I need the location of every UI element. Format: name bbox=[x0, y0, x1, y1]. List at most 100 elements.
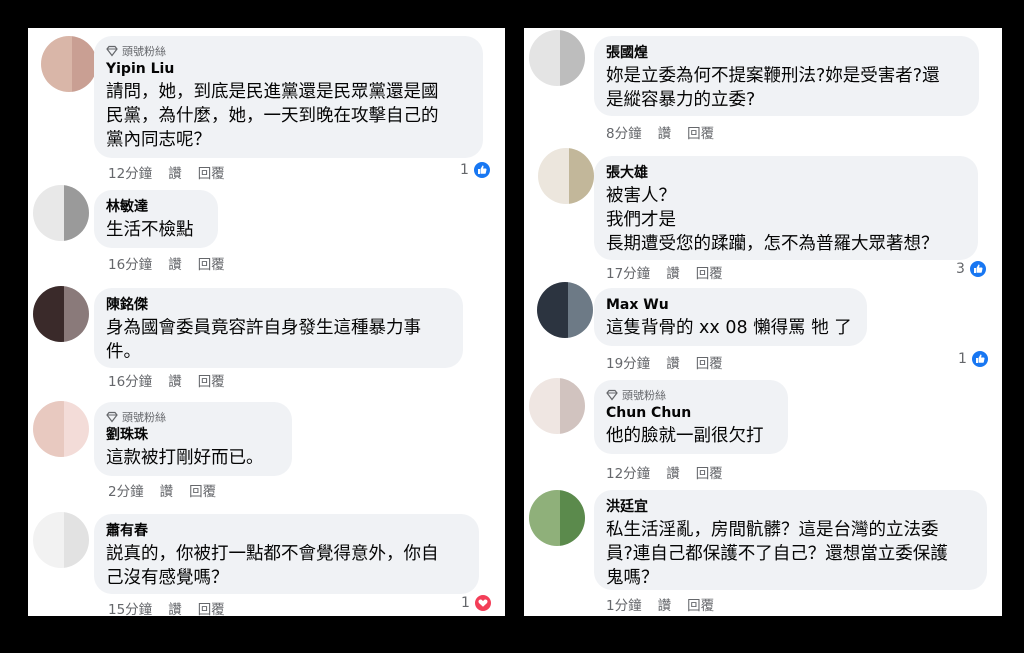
comment-bubble: 頭號粉絲 劉珠珠 這款被打剛好而已。 bbox=[94, 402, 292, 476]
diamond-icon bbox=[106, 45, 118, 57]
reply-button[interactable]: 回覆 bbox=[189, 480, 216, 500]
reaction-count[interactable]: 1 bbox=[460, 161, 491, 179]
comment-bubble: 頭號粉絲 Yipin Liu 請問，她，到底是民進黨還是民眾黨還是國 民黨，為什… bbox=[94, 36, 483, 158]
comment-timestamp[interactable]: 2分鐘 bbox=[108, 480, 144, 500]
comment-text: 私生活淫亂，房間骯髒？這是台灣的立法委 員?連自己都保護不了自己？還想當立委保護… bbox=[606, 520, 948, 588]
top-fan-badge: 頭號粉絲 bbox=[106, 410, 280, 424]
comment-bubble: 洪廷宜 私生活淫亂，房間骯髒？這是台灣的立法委 員?連自己都保護不了自己？還想當… bbox=[594, 490, 987, 590]
like-button[interactable]: 讚 bbox=[160, 480, 174, 500]
commenter-name[interactable]: 蕭有春 bbox=[106, 522, 467, 540]
thumbs-up-icon bbox=[970, 350, 989, 368]
diamond-icon bbox=[606, 389, 618, 401]
comment-actions: 12分鐘 讚 回覆 bbox=[108, 162, 225, 182]
avatar[interactable] bbox=[33, 512, 89, 568]
reaction-count-label: 1 bbox=[461, 595, 470, 611]
like-button[interactable]: 讚 bbox=[168, 162, 182, 182]
like-button[interactable]: 讚 bbox=[666, 462, 680, 482]
comment-bubble: Max Wu 這隻背骨的 xx 08 懶得罵 牠 了 bbox=[594, 288, 867, 346]
like-button[interactable]: 讚 bbox=[168, 253, 182, 273]
commenter-name[interactable]: 林敏達 bbox=[106, 198, 206, 216]
comment-text: 説真的，你被打一點都不會覺得意外，你自 己沒有感覺嗎？ bbox=[106, 544, 439, 588]
reply-button[interactable]: 回覆 bbox=[198, 370, 225, 390]
comment-bubble: 張大雄 被害人？ 我們才是 長期遭受您的蹂躪，怎不為普羅大眾著想？ bbox=[594, 156, 978, 260]
like-button[interactable]: 讚 bbox=[666, 262, 680, 282]
comment-timestamp[interactable]: 15分鐘 bbox=[108, 598, 152, 616]
comment-bubble: 林敏達 生活不檢點 bbox=[94, 190, 218, 248]
diamond-icon bbox=[106, 411, 118, 423]
commenter-name[interactable]: Max Wu bbox=[606, 296, 855, 314]
like-button[interactable]: 讚 bbox=[666, 352, 680, 372]
thumbs-up-icon bbox=[968, 260, 987, 278]
comment-actions: 1分鐘 讚 回覆 bbox=[606, 594, 714, 614]
comment-timestamp[interactable]: 1分鐘 bbox=[606, 594, 642, 614]
reply-button[interactable]: 回覆 bbox=[696, 462, 723, 482]
reply-button[interactable]: 回覆 bbox=[198, 253, 225, 273]
comment-actions: 2分鐘 讚 回覆 bbox=[108, 480, 216, 500]
top-fan-badge: 頭號粉絲 bbox=[606, 388, 776, 402]
reaction-count-label: 3 bbox=[956, 261, 965, 277]
comment-bubble: 蕭有春 説真的，你被打一點都不會覺得意外，你自 己沒有感覺嗎？ bbox=[94, 514, 479, 594]
avatar[interactable] bbox=[33, 286, 89, 342]
reaction-count[interactable]: 1 bbox=[461, 594, 492, 612]
comment-timestamp[interactable]: 12分鐘 bbox=[606, 462, 650, 482]
commenter-name[interactable]: 張國煌 bbox=[606, 44, 967, 62]
comment-bubble: 頭號粉絲 Chun Chun 他的臉就一副很欠打 bbox=[594, 380, 788, 454]
commenter-name[interactable]: Yipin Liu bbox=[106, 60, 471, 78]
comment-timestamp[interactable]: 16分鐘 bbox=[108, 253, 152, 273]
comment-text: 生活不檢點 bbox=[106, 220, 194, 240]
comment-actions: 16分鐘 讚 回覆 bbox=[108, 370, 225, 390]
like-button[interactable]: 讚 bbox=[168, 370, 182, 390]
avatar[interactable] bbox=[538, 148, 594, 204]
comment-timestamp[interactable]: 19分鐘 bbox=[606, 352, 650, 372]
avatar[interactable] bbox=[529, 378, 585, 434]
reply-button[interactable]: 回覆 bbox=[687, 594, 714, 614]
avatar[interactable] bbox=[33, 401, 89, 457]
comments-panel-right: 張國煌 妳是立委為何不提案鞭刑法?妳是受害者?還 是縱容暴力的立委? 8分鐘 讚… bbox=[524, 28, 1002, 616]
reply-button[interactable]: 回覆 bbox=[687, 122, 714, 142]
comment-text: 身為國會委員竟容許自身發生這種暴力事 件。 bbox=[106, 318, 421, 362]
reply-button[interactable]: 回覆 bbox=[696, 352, 723, 372]
avatar[interactable] bbox=[537, 282, 593, 338]
heart-icon bbox=[473, 594, 492, 612]
avatar[interactable] bbox=[33, 185, 89, 241]
commenter-name[interactable]: 張大雄 bbox=[606, 164, 966, 182]
reaction-count-label: 1 bbox=[460, 162, 469, 178]
comment-timestamp[interactable]: 16分鐘 bbox=[108, 370, 152, 390]
badge-label: 頭號粉絲 bbox=[122, 45, 166, 58]
comment-text: 這隻背骨的 xx 08 懶得罵 牠 了 bbox=[606, 318, 852, 338]
reaction-count[interactable]: 1 bbox=[958, 350, 989, 368]
badge-label: 頭號粉絲 bbox=[622, 389, 666, 402]
reaction-count-label: 1 bbox=[958, 351, 967, 367]
comment-text: 請問，她，到底是民進黨還是民眾黨還是國 民黨，為什麼，她，一天到晚在攻擊自己的 … bbox=[106, 82, 439, 150]
like-button[interactable]: 讚 bbox=[658, 594, 672, 614]
comment-text: 他的臉就一副很欠打 bbox=[606, 426, 764, 446]
comment-timestamp[interactable]: 17分鐘 bbox=[606, 262, 650, 282]
badge-label: 頭號粉絲 bbox=[122, 411, 166, 424]
comment-actions: 16分鐘 讚 回覆 bbox=[108, 253, 225, 273]
avatar[interactable] bbox=[41, 36, 97, 92]
reaction-count[interactable]: 3 bbox=[956, 260, 987, 278]
comment-actions: 17分鐘 讚 回覆 bbox=[606, 262, 723, 282]
reply-button[interactable]: 回覆 bbox=[198, 162, 225, 182]
commenter-name[interactable]: Chun Chun bbox=[606, 404, 776, 422]
like-button[interactable]: 讚 bbox=[168, 598, 182, 616]
thumbs-up-icon bbox=[472, 161, 491, 179]
commenter-name[interactable]: 洪廷宜 bbox=[606, 498, 975, 516]
comment-text: 這款被打剛好而已。 bbox=[106, 448, 264, 468]
top-fan-badge: 頭號粉絲 bbox=[106, 44, 471, 58]
comment-text: 妳是立委為何不提案鞭刑法?妳是受害者?還 是縱容暴力的立委? bbox=[606, 66, 940, 110]
avatar[interactable] bbox=[529, 30, 585, 86]
comment-actions: 8分鐘 讚 回覆 bbox=[606, 122, 714, 142]
like-button[interactable]: 讚 bbox=[658, 122, 672, 142]
avatar[interactable] bbox=[529, 490, 585, 546]
comment-timestamp[interactable]: 12分鐘 bbox=[108, 162, 152, 182]
comments-panel-left: 頭號粉絲 Yipin Liu 請問，她，到底是民進黨還是民眾黨還是國 民黨，為什… bbox=[28, 28, 505, 616]
reply-button[interactable]: 回覆 bbox=[198, 598, 225, 616]
comment-bubble: 張國煌 妳是立委為何不提案鞭刑法?妳是受害者?還 是縱容暴力的立委? bbox=[594, 36, 979, 116]
commenter-name[interactable]: 陳銘傑 bbox=[106, 296, 451, 314]
comment-timestamp[interactable]: 8分鐘 bbox=[606, 122, 642, 142]
comment-bubble: 陳銘傑 身為國會委員竟容許自身發生這種暴力事 件。 bbox=[94, 288, 463, 368]
commenter-name[interactable]: 劉珠珠 bbox=[106, 426, 280, 444]
reply-button[interactable]: 回覆 bbox=[696, 262, 723, 282]
comment-actions: 12分鐘 讚 回覆 bbox=[606, 462, 723, 482]
